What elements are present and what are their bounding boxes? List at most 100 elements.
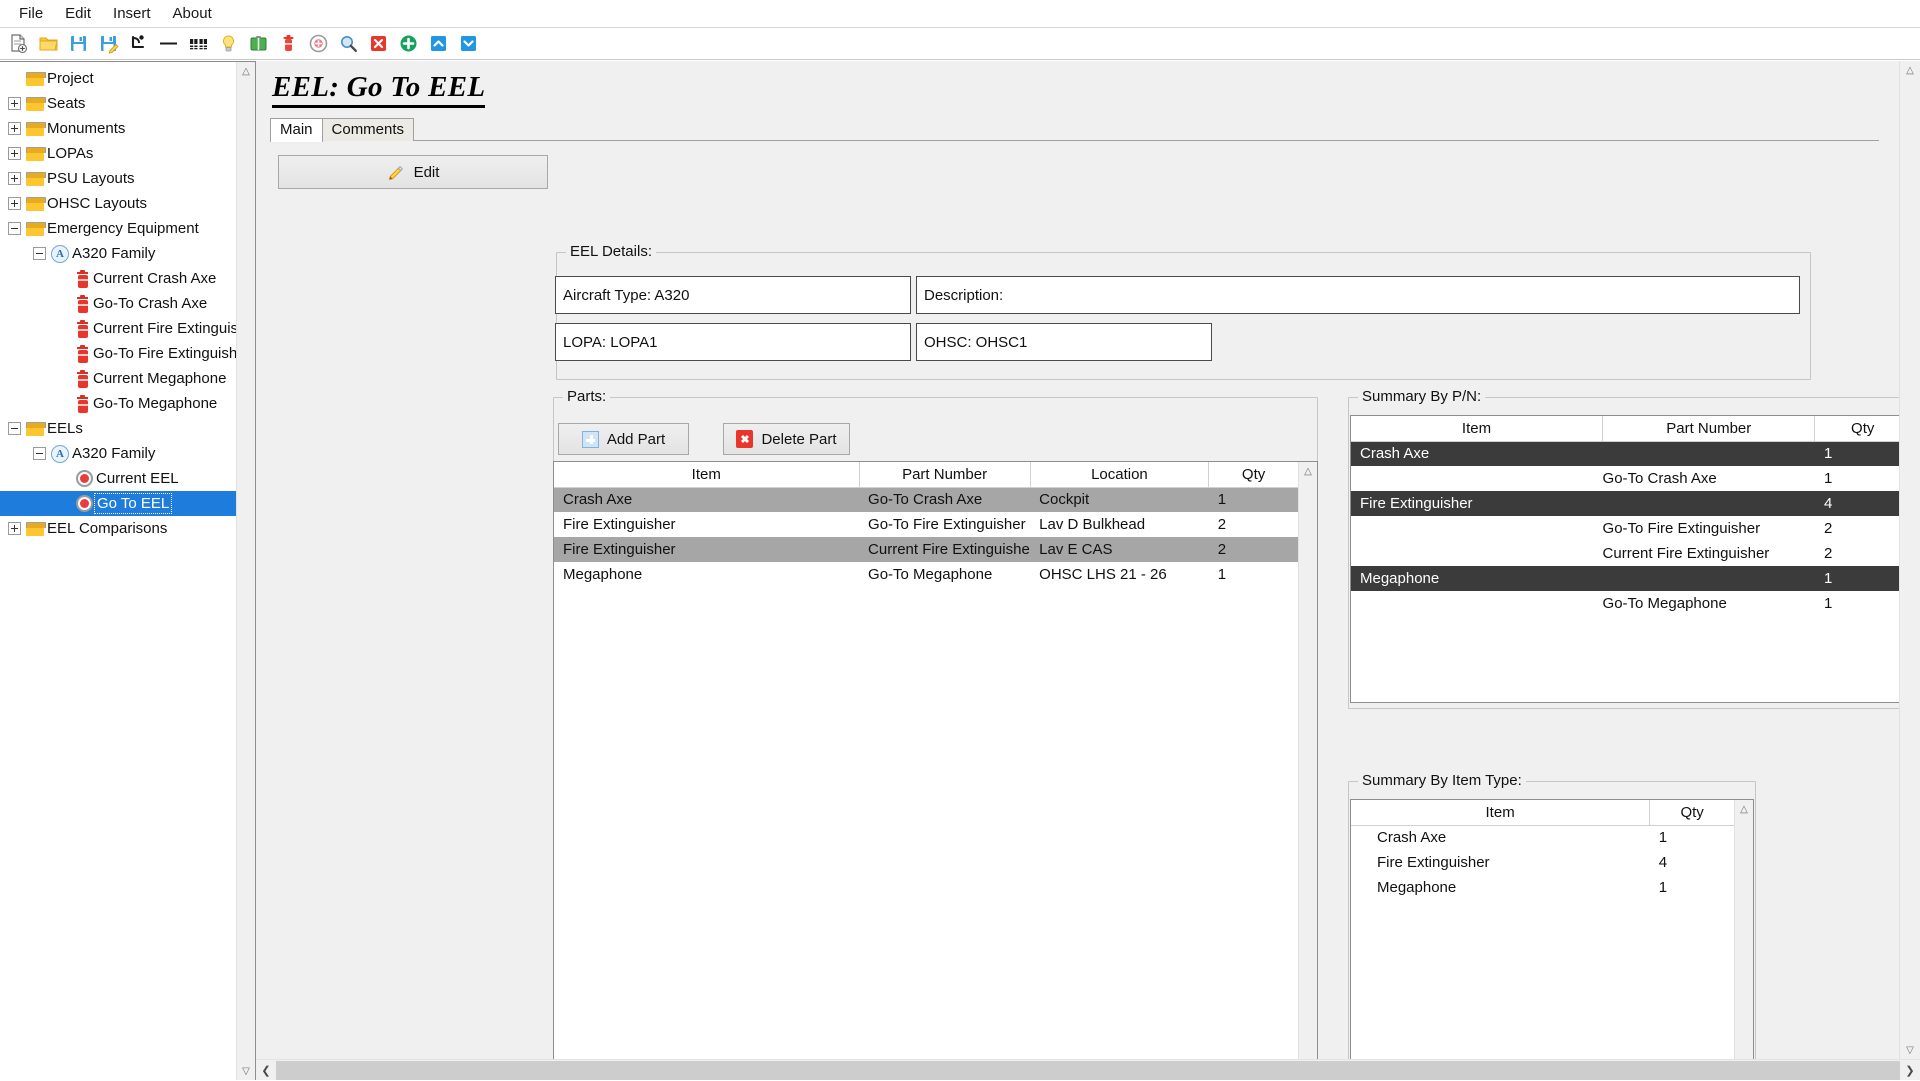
edit-button[interactable]: Edit (278, 155, 548, 189)
summary-by-item-type-scrollbar[interactable]: △ ▽ (1734, 800, 1753, 1059)
collapse-icon[interactable] (8, 222, 21, 235)
new-document-icon[interactable] (5, 30, 32, 57)
summary-detail-row[interactable]: Go-To Crash Axe1 (1351, 466, 1899, 491)
table-row[interactable]: Fire Extinguisher4 (1351, 850, 1734, 875)
scroll-right-icon[interactable]: ❯ (1900, 1060, 1920, 1081)
parts-col-qty[interactable]: Qty (1209, 462, 1298, 487)
scroll-up-icon[interactable]: △ (237, 62, 256, 80)
collapse-icon[interactable] (33, 447, 46, 460)
lopa-icon[interactable] (185, 30, 212, 57)
summary-item-type-col-item[interactable]: Item (1351, 800, 1650, 825)
menu-item-file[interactable]: File (8, 3, 54, 24)
tab-main[interactable]: Main (270, 118, 323, 142)
tree-vertical-scrollbar[interactable]: △ ▽ (236, 62, 255, 1080)
save-as-icon[interactable] (95, 30, 122, 57)
aircraft-type-field[interactable]: Aircraft Type: A320 (555, 276, 911, 314)
summary-detail-row[interactable]: Go-To Megaphone1 (1351, 591, 1899, 616)
summary-item-type-col-qty[interactable]: Qty (1650, 800, 1734, 825)
parts-table-body[interactable]: Crash AxeGo-To Crash AxeCockpit1Fire Ext… (554, 487, 1298, 587)
tree-item-project[interactable]: Project (0, 66, 236, 91)
add-green-plus-icon[interactable] (395, 30, 422, 57)
eel-comparison-magnifier-icon[interactable] (335, 30, 362, 57)
summary-by-item-type-grid[interactable]: ItemQty Crash Axe1Fire Extinguisher4Mega… (1350, 799, 1754, 1059)
expand-icon[interactable] (8, 197, 21, 210)
delete-red-x-icon[interactable] (365, 30, 392, 57)
save-icon[interactable] (65, 30, 92, 57)
tree-item-psu-layouts[interactable]: PSU Layouts (0, 166, 236, 191)
summary-group-row[interactable]: Megaphone1 (1351, 566, 1899, 591)
move-down-icon[interactable] (455, 30, 482, 57)
eel-target-icon[interactable] (305, 30, 332, 57)
detail-pane-horizontal-scrollbar[interactable]: ❮ ❯ (256, 1059, 1920, 1080)
summary-pn-col-part-number[interactable]: Part Number (1603, 416, 1815, 441)
table-row[interactable]: Fire ExtinguisherGo-To Fire Extinguisher… (554, 512, 1298, 537)
parts-vertical-scrollbar[interactable]: △ ▽ (1298, 462, 1317, 1059)
scroll-down-icon[interactable]: ▽ (237, 1062, 256, 1080)
expand-icon[interactable] (8, 147, 21, 160)
tree-item-current-crash-axe[interactable]: Current Crash Axe (0, 266, 236, 291)
tree-item-eels[interactable]: EELs (0, 416, 236, 441)
summary-by-item-type-body[interactable]: Crash Axe1Fire Extinguisher4Megaphone1 (1351, 825, 1734, 900)
scroll-up-icon[interactable]: △ (1735, 800, 1754, 818)
table-row[interactable]: Fire ExtinguisherCurrent Fire Extinguish… (554, 537, 1298, 562)
monument-line-icon[interactable] (155, 30, 182, 57)
tree-item-ohsc-layouts[interactable]: OHSC Layouts (0, 191, 236, 216)
table-row[interactable]: MegaphoneGo-To MegaphoneOHSC LHS 21 - 26… (554, 562, 1298, 587)
ohsc-field[interactable]: OHSC: OHSC1 (916, 323, 1212, 361)
move-up-icon[interactable] (425, 30, 452, 57)
summary-group-row[interactable]: Fire Extinguisher4 (1351, 491, 1899, 516)
menu-item-insert[interactable]: Insert (102, 3, 162, 24)
parts-col-item[interactable]: Item (554, 462, 859, 487)
summary-detail-row[interactable]: Go-To Fire Extinguisher2 (1351, 516, 1899, 541)
expand-icon[interactable] (8, 122, 21, 135)
summary-by-pn-body[interactable]: Crash Axe1Go-To Crash Axe1Fire Extinguis… (1351, 441, 1899, 616)
tree-item-emergency-equipment[interactable]: Emergency Equipment (0, 216, 236, 241)
tree-item-go-to-megaphone[interactable]: Go-To Megaphone (0, 391, 236, 416)
lopa-field[interactable]: LOPA: LOPA1 (555, 323, 911, 361)
tree-item-eel-comparisons[interactable]: EEL Comparisons (0, 516, 236, 541)
delete-part-button[interactable]: ✖ Delete Part (723, 423, 850, 455)
fire-extinguisher-icon[interactable] (275, 30, 302, 57)
tab-comments[interactable]: Comments (322, 118, 415, 141)
table-row[interactable]: Crash AxeGo-To Crash AxeCockpit1 (554, 487, 1298, 512)
tree-item-current-fire-extinguisher[interactable]: Current Fire Extinguisher (0, 316, 236, 341)
summary-group-row[interactable]: Crash Axe1 (1351, 441, 1899, 466)
menu-item-edit[interactable]: Edit (54, 3, 102, 24)
expand-icon[interactable] (8, 97, 21, 110)
detail-pane-vertical-scrollbar[interactable]: △ ▽ (1899, 61, 1920, 1059)
table-row[interactable]: Crash Axe1 (1351, 825, 1734, 850)
tree-item-go-to-eel[interactable]: Go To EEL (0, 491, 236, 516)
tree-item-go-to-fire-extinguisher[interactable]: Go-To Fire Extinguisher (0, 341, 236, 366)
add-part-button[interactable]: Add Part (558, 423, 689, 455)
collapse-icon[interactable] (33, 247, 46, 260)
parts-col-part-number[interactable]: Part Number (859, 462, 1030, 487)
summary-pn-col-qty[interactable]: Qty (1815, 416, 1899, 441)
summary-by-pn-grid[interactable]: ItemPart NumberQty Crash Axe1Go-To Crash… (1350, 415, 1899, 703)
ohsc-bin-icon[interactable] (245, 30, 272, 57)
collapse-icon[interactable] (8, 422, 21, 435)
tree-item-current-eel[interactable]: Current EEL (0, 466, 236, 491)
summary-by-item-type-table[interactable]: ItemQty Crash Axe1Fire Extinguisher4Mega… (1351, 800, 1734, 900)
scroll-up-icon[interactable]: △ (1299, 462, 1318, 480)
open-folder-icon[interactable] (35, 30, 62, 57)
tree-item-lopas[interactable]: LOPAs (0, 141, 236, 166)
scroll-down-icon[interactable]: ▽ (1901, 1041, 1920, 1059)
tree-item-monuments[interactable]: Monuments (0, 116, 236, 141)
summary-detail-row[interactable]: Current Fire Extinguisher2 (1351, 541, 1899, 566)
tree-item-seats[interactable]: Seats (0, 91, 236, 116)
summary-pn-col-item[interactable]: Item (1351, 416, 1603, 441)
seat-icon[interactable] (125, 30, 152, 57)
scroll-up-icon[interactable]: △ (1901, 61, 1920, 79)
tree-item-a320-family[interactable]: AA320 Family (0, 441, 236, 466)
psu-lightbulb-icon[interactable] (215, 30, 242, 57)
project-tree[interactable]: ProjectSeatsMonumentsLOPAsPSU LayoutsOHS… (0, 62, 236, 1080)
summary-by-pn-table[interactable]: ItemPart NumberQty Crash Axe1Go-To Crash… (1351, 416, 1899, 616)
tree-item-a320-family[interactable]: AA320 Family (0, 241, 236, 266)
parts-table[interactable]: ItemPart NumberLocationQty Crash AxeGo-T… (554, 462, 1298, 587)
description-field[interactable]: Description: (916, 276, 1800, 314)
parts-grid[interactable]: ItemPart NumberLocationQty Crash AxeGo-T… (553, 461, 1318, 1059)
expand-icon[interactable] (8, 172, 21, 185)
tree-item-current-megaphone[interactable]: Current Megaphone (0, 366, 236, 391)
table-row[interactable]: Megaphone1 (1351, 875, 1734, 900)
tree-item-go-to-crash-axe[interactable]: Go-To Crash Axe (0, 291, 236, 316)
